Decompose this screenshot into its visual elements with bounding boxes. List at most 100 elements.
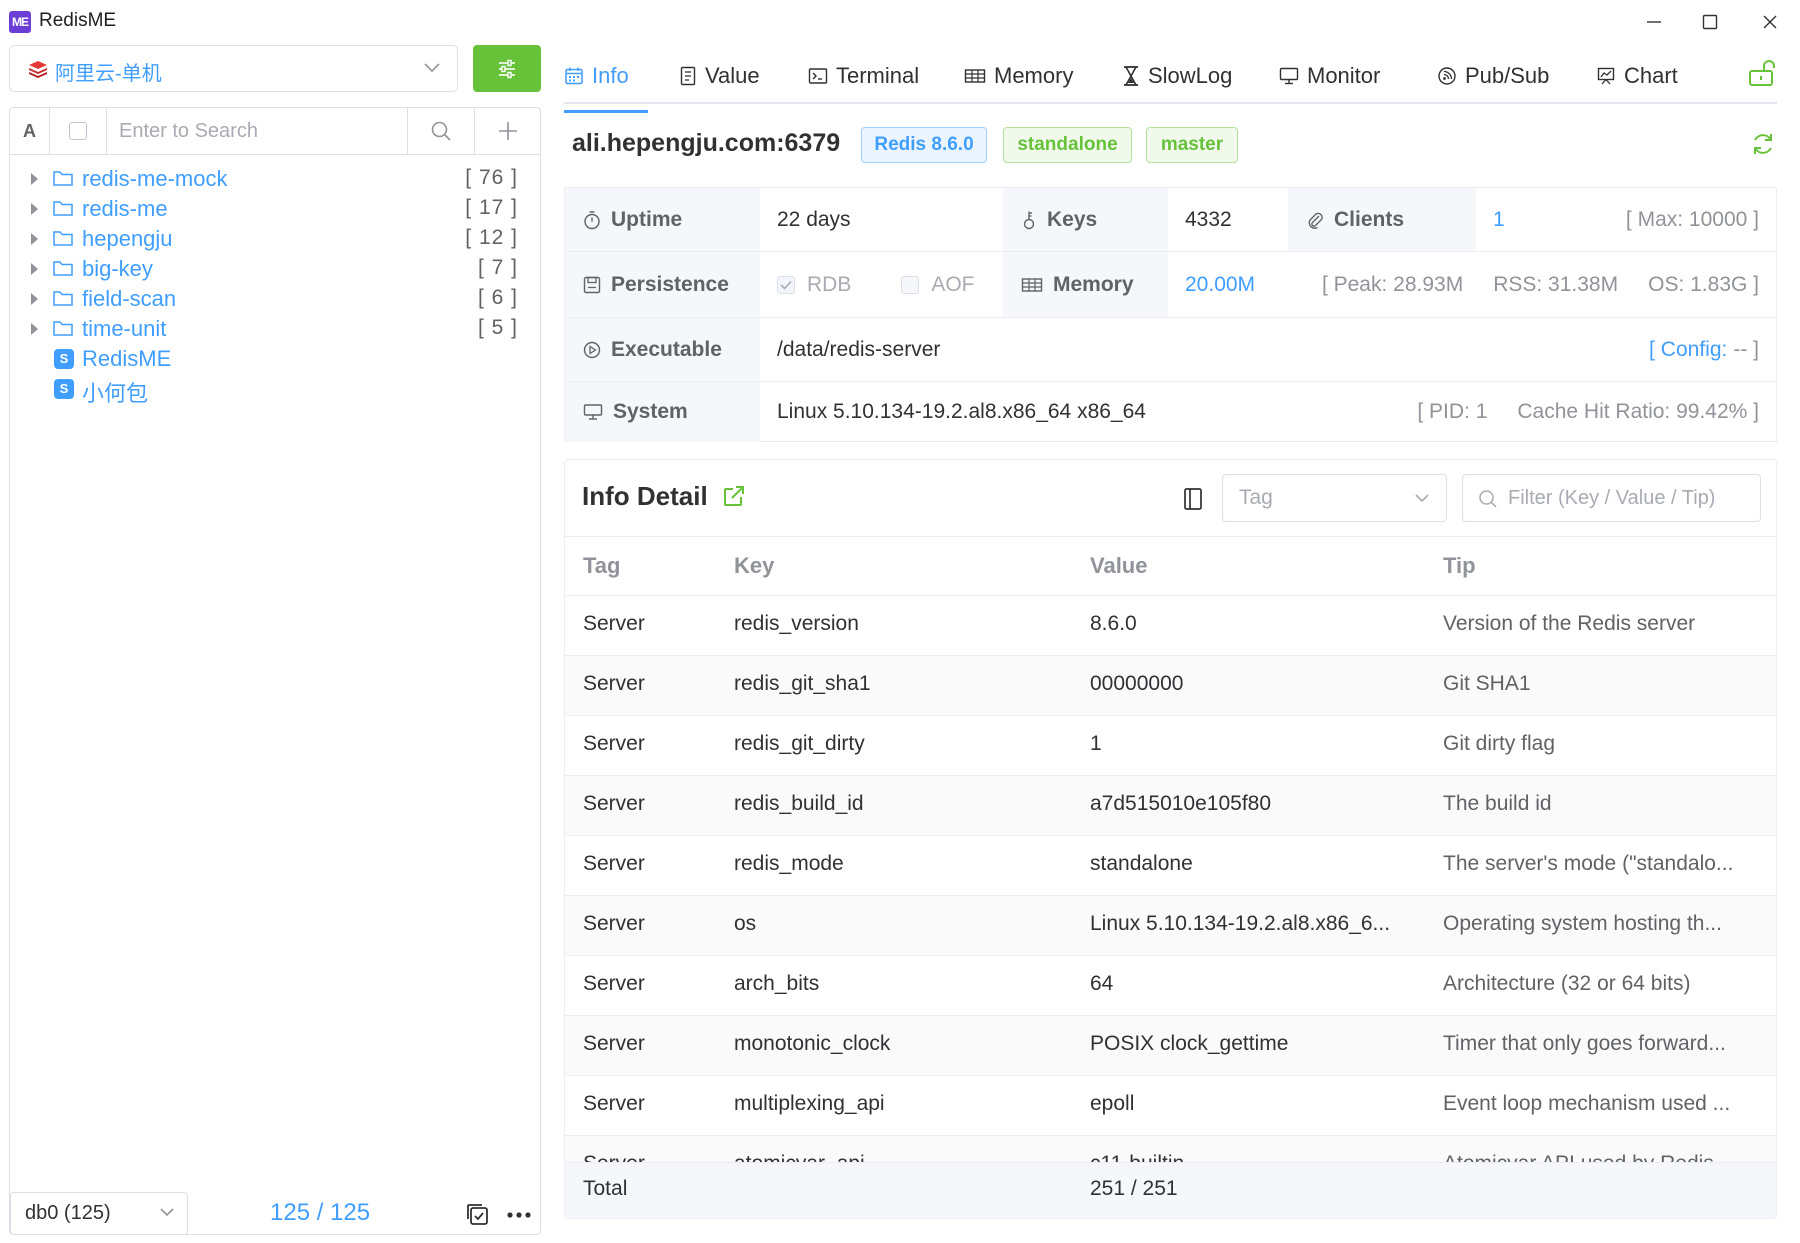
caret-right-icon[interactable] [31, 173, 38, 185]
chevron-down-icon [160, 1208, 174, 1217]
clients-value[interactable]: 1 [1493, 208, 1505, 232]
close-button[interactable] [1750, 6, 1790, 38]
cell-key: monotonic_clock [734, 1032, 891, 1055]
minimize-icon [1647, 21, 1661, 23]
tree-folder[interactable]: time-unit [ 5 ] [10, 314, 540, 344]
system-value: Linux 5.10.134-19.2.al8.x86_64 x86_64 [777, 400, 1146, 423]
tab-memory[interactable]: Memory [964, 56, 1073, 96]
caret-right-icon[interactable] [31, 263, 38, 275]
search-button[interactable] [407, 108, 475, 154]
system-label-cell: System [565, 382, 760, 442]
unlock-icon[interactable] [1747, 58, 1777, 88]
cell-tag: Server [583, 972, 645, 995]
plus-icon [498, 122, 517, 140]
tab-terminal[interactable]: Terminal [808, 56, 919, 96]
column-header-tag[interactable]: Tag [583, 553, 620, 579]
database-label: db0 (125) [25, 1202, 111, 1224]
column-header-tip[interactable]: Tip [1443, 553, 1476, 579]
tab-label: Info [592, 63, 629, 88]
tab-pubsub[interactable]: Pub/Sub [1437, 56, 1549, 96]
redis-version-tag: Redis 8.6.0 [861, 127, 987, 163]
column-header-value[interactable]: Value [1090, 553, 1147, 579]
cell-tip: Architecture (32 or 64 bits) [1443, 972, 1691, 995]
active-tab-indicator [564, 110, 648, 113]
table-row[interactable]: Server redis_version 8.6.0 Version of th… [565, 596, 1776, 656]
refresh-icon[interactable] [1750, 131, 1776, 157]
tab-label: SlowLog [1148, 63, 1233, 88]
tree-key[interactable]: S RedisME [10, 344, 540, 374]
table-row[interactable]: Server redis_git_sha1 00000000 Git SHA1 [565, 656, 1776, 716]
cell-tip: The build id [1443, 792, 1552, 815]
cell-tag: Server [583, 672, 645, 695]
column-toggle-icon[interactable] [1182, 487, 1204, 511]
connection-select[interactable]: 阿里云-单机 [9, 45, 458, 92]
cell-tag: Server [583, 852, 645, 875]
tree-folder[interactable]: field-scan [ 6 ] [10, 284, 540, 314]
tab-label: Monitor [1307, 63, 1381, 88]
chevron-down-icon [1415, 494, 1429, 503]
column-header-key[interactable]: Key [734, 553, 774, 579]
tree-folder[interactable]: hepengju [ 12 ] [10, 224, 540, 254]
tab-slowlog[interactable]: SlowLog [1122, 56, 1232, 96]
tab-monitor[interactable]: Monitor [1279, 56, 1380, 96]
tab-chart[interactable]: Chart [1596, 56, 1678, 96]
batch-select-icon[interactable] [466, 1203, 490, 1227]
server-overview: Uptime 22 days Keys 4332 Clients 1 [ Max… [564, 187, 1777, 442]
maximize-button[interactable] [1690, 6, 1730, 38]
tree-folder[interactable]: redis-me [ 17 ] [10, 194, 540, 224]
tab-info[interactable]: Info [564, 56, 648, 113]
add-key-button[interactable] [475, 108, 540, 154]
tab-label: Terminal [836, 63, 920, 88]
sliders-icon [499, 59, 515, 78]
connection-settings-button[interactable] [473, 45, 541, 92]
chart-icon [1597, 67, 1615, 85]
caret-right-icon[interactable] [31, 233, 38, 245]
folder-icon [53, 261, 73, 276]
folder-icon [53, 321, 73, 336]
table-row[interactable]: Server arch_bits 64 Architecture (32 or … [565, 956, 1776, 1016]
cell-value: POSIX clock_gettime [1090, 1032, 1289, 1055]
tree-folder[interactable]: redis-me-mock [ 76 ] [10, 164, 540, 194]
folder-icon [53, 171, 73, 186]
key-count: 125 / 125 [270, 1199, 371, 1226]
table-row[interactable]: Server multiplexing_api epoll Event loop… [565, 1076, 1776, 1136]
tree-key[interactable]: S 小何包 [10, 374, 540, 406]
cell-key: redis_git_sha1 [734, 672, 871, 695]
memory-value[interactable]: 20.00M [1185, 273, 1255, 297]
select-all-checkbox[interactable] [50, 108, 107, 154]
minimize-button[interactable] [1634, 6, 1674, 38]
string-type-badge: S [54, 349, 74, 369]
keys-label: Keys [1047, 207, 1098, 231]
terminal-icon [808, 68, 828, 84]
external-link-icon[interactable] [722, 484, 746, 508]
tab-value[interactable]: Value [679, 56, 760, 96]
calendar-icon [565, 67, 583, 85]
caret-right-icon[interactable] [31, 323, 38, 335]
tree-folder-count: [ 12 ] [465, 226, 518, 249]
tree-folder[interactable]: big-key [ 7 ] [10, 254, 540, 284]
persistence-label-cell: Persistence [565, 252, 760, 318]
table-row[interactable]: Server monotonic_clock POSIX clock_getti… [565, 1016, 1776, 1076]
table-row[interactable]: Server redis_build_id a7d515010e105f80 T… [565, 776, 1776, 836]
caret-right-icon[interactable] [31, 293, 38, 305]
more-icon[interactable] [506, 1203, 532, 1227]
executable-label-cell: Executable [565, 318, 760, 382]
filter-input[interactable] [1508, 475, 1758, 521]
info-detail-card: Info Detail Tag Tag Key Value Tip Server… [564, 459, 1777, 1219]
key-icon [1023, 211, 1035, 229]
search-mode-label: A [23, 120, 36, 141]
search-mode-toggle[interactable]: A [10, 108, 50, 154]
table-row[interactable]: Server os Linux 5.10.134-19.2.al8.x86_6.… [565, 896, 1776, 956]
rdb-label: RDB [807, 272, 852, 296]
memory-label-cell: Memory [1003, 252, 1168, 318]
keys-value: 4332 [1185, 207, 1232, 231]
tree-folder-label: big-key [82, 256, 153, 281]
table-row[interactable]: Server redis_mode standalone The server'… [565, 836, 1776, 896]
caret-right-icon[interactable] [31, 203, 38, 215]
tag-filter-select[interactable]: Tag [1222, 474, 1447, 522]
role-tag: master [1146, 127, 1238, 163]
search-input[interactable] [107, 108, 403, 154]
config-link[interactable]: Config: [1661, 338, 1728, 362]
database-select[interactable]: db0 (125) [10, 1192, 188, 1235]
table-row[interactable]: Server redis_git_dirty 1 Git dirty flag [565, 716, 1776, 776]
